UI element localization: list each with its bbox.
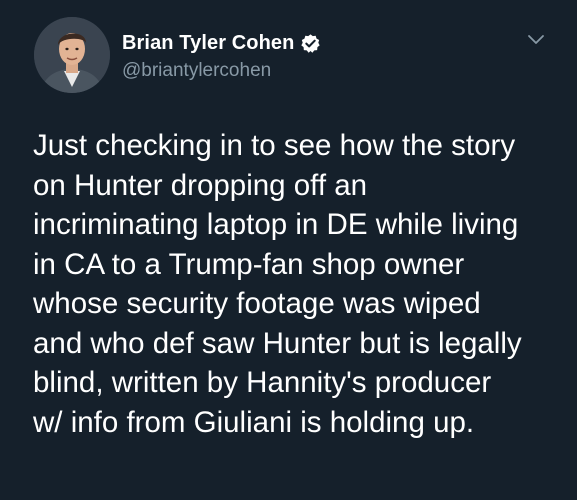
tweet-text-line: Just checking in to see how the story [33, 129, 516, 162]
author-name-row[interactable]: Brian Tyler Cohen [122, 30, 321, 56]
author-handle[interactable]: @briantylercohen [122, 60, 271, 82]
author-avatar[interactable] [34, 17, 110, 93]
tweet-text-line: on Hunter dropping off an [33, 168, 368, 202]
tweet-text-line: in CA to a Trump-fan shop owner [33, 247, 465, 281]
tweet-text-line: incriminating laptop in DE while living [33, 208, 519, 241]
chevron-down-icon[interactable] [525, 32, 547, 48]
tweet-text: Just checking in to see how the story on… [33, 126, 563, 442]
profile-photo-icon [34, 17, 110, 93]
tweet-text-line: whose security footage was wiped [33, 287, 481, 320]
tweet-text-line: blind, written by Hannity's producer [33, 366, 492, 399]
verified-badge-icon [301, 33, 321, 53]
tweet-text-line: w/ info from Giuliani is holding up. [33, 405, 475, 439]
tweet-card: Brian Tyler Cohen @briantylercohen Just … [0, 0, 577, 500]
tweet-text-line: and who def saw Hunter but is legally [33, 326, 522, 360]
author-display-name[interactable]: Brian Tyler Cohen [122, 32, 294, 55]
